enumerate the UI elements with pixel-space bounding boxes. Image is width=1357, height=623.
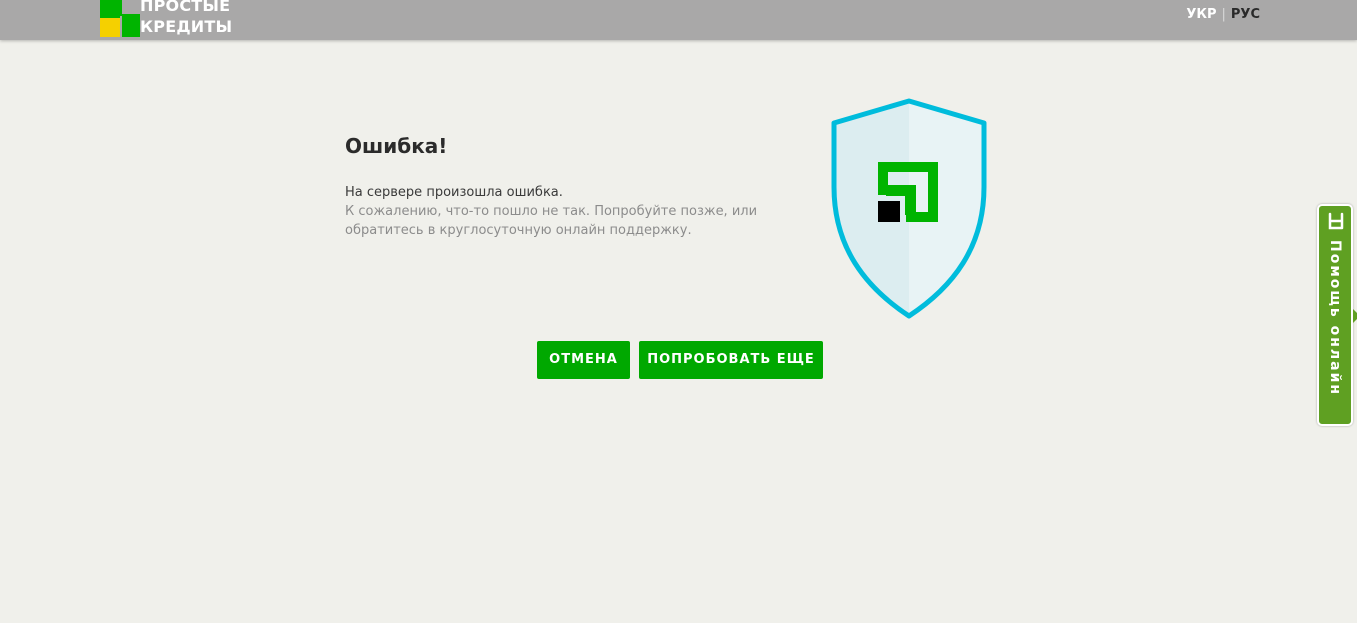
- language-switcher: УКР | РУС: [1186, 7, 1260, 23]
- lang-rus-link[interactable]: РУС: [1231, 7, 1260, 22]
- top-header: ПРОСТЫЕ КРЕДИТЫ УКР | РУС: [0, 0, 1357, 40]
- logo-text: ПРОСТЫЕ КРЕДИТЫ: [140, 0, 232, 37]
- error-details: К сожалению, что-то пошло не так. Попроб…: [345, 204, 758, 238]
- help-tab-label: Помощь онлайн: [1327, 240, 1343, 397]
- logo-line-2: КРЕДИТЫ: [140, 17, 233, 36]
- error-title: Ошибка!: [345, 134, 448, 158]
- online-help-tab[interactable]: Помощь онлайн: [1317, 204, 1357, 426]
- logo[interactable]: ПРОСТЫЕ КРЕДИТЫ: [100, 0, 250, 37]
- logo-mark-icon: [100, 0, 140, 37]
- shield-icon: [831, 98, 987, 319]
- cancel-button[interactable]: ОТМЕНА: [537, 341, 630, 379]
- logo-line-1: ПРОСТЫЕ: [140, 0, 231, 15]
- chat-bubble-icon: [1328, 212, 1344, 230]
- lang-separator: |: [1221, 7, 1226, 22]
- lang-ukr-link[interactable]: УКР: [1186, 7, 1216, 22]
- help-tab-pointer: [1353, 309, 1357, 323]
- error-message: На сервере произошла ошибка.: [345, 185, 563, 200]
- retry-button[interactable]: ПОПРОБОВАТЬ ЕЩЕ: [639, 341, 823, 379]
